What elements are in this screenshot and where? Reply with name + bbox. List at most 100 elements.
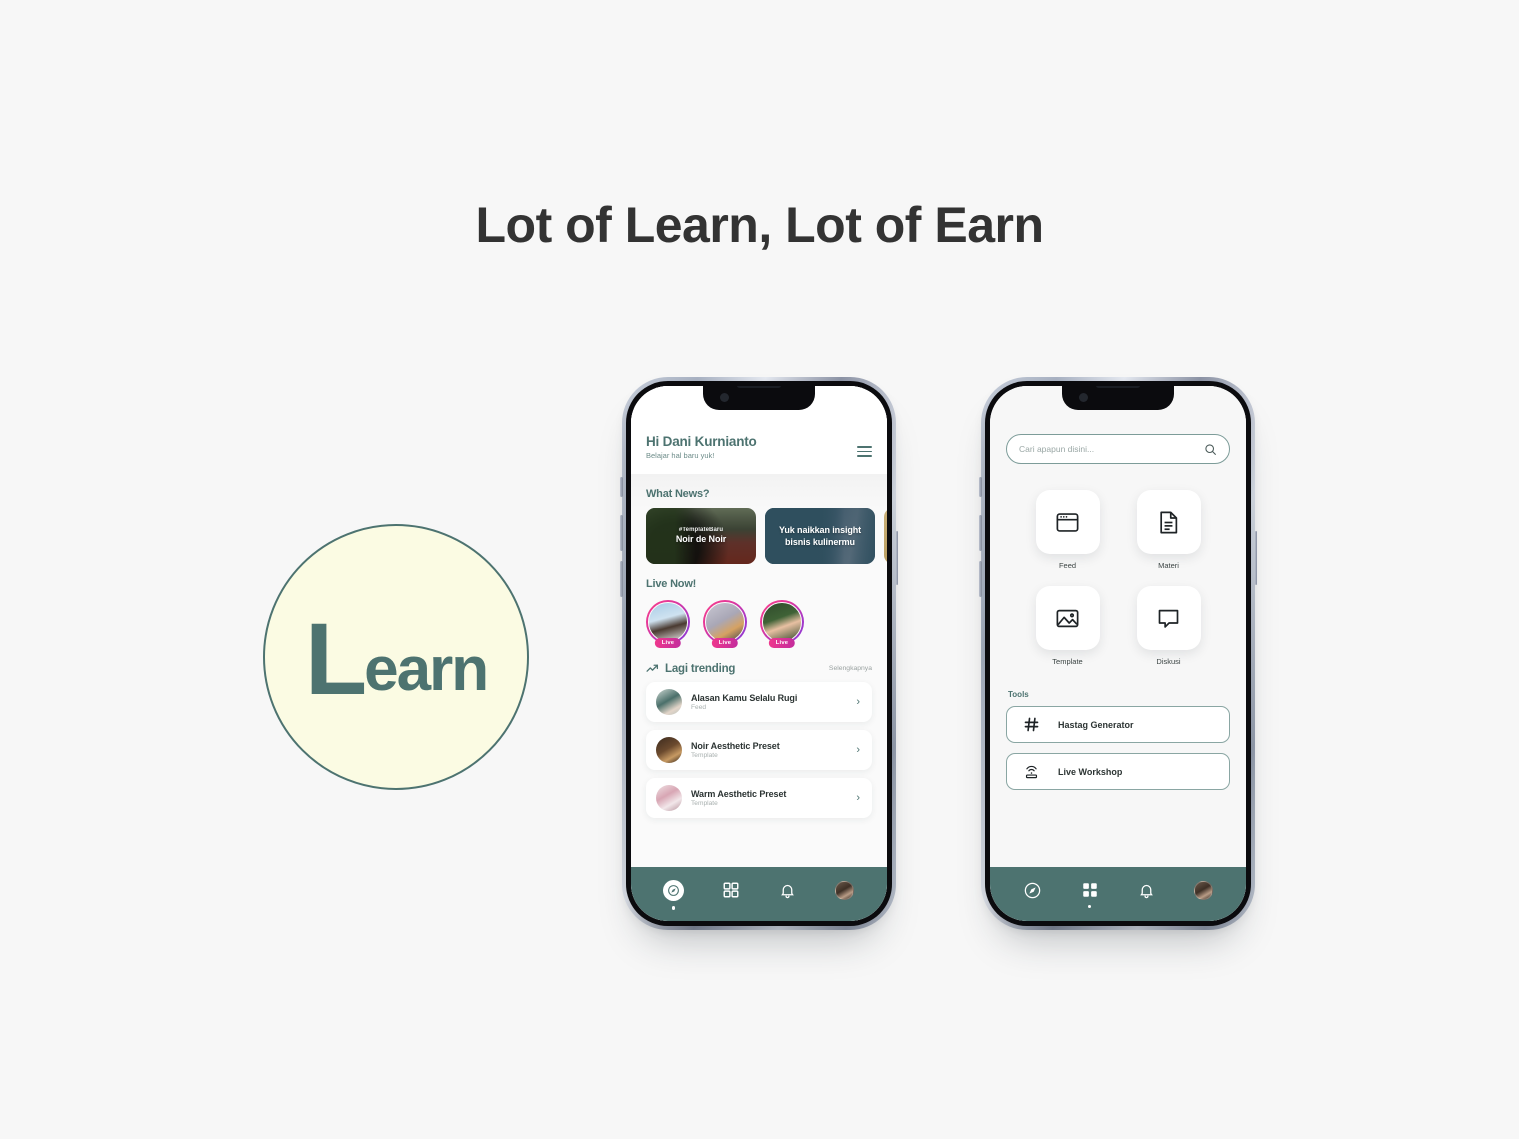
bell-icon — [779, 882, 796, 899]
grid-icon — [1081, 881, 1099, 899]
app-shortcut-materi[interactable]: Materi — [1129, 490, 1208, 570]
live-avatar-item[interactable]: Live — [646, 600, 690, 648]
logo-letters-earn: earn — [364, 634, 489, 704]
app-label: Materi — [1158, 561, 1179, 570]
nav-item-apps[interactable] — [1073, 881, 1107, 908]
bell-icon — [1138, 882, 1155, 899]
app-shortcut-diskusi[interactable]: Diskusi — [1129, 586, 1208, 666]
search-bar[interactable]: Cari apapun disini... — [1006, 434, 1230, 464]
nav-item-explore[interactable] — [657, 879, 691, 910]
tool-label: Live Workshop — [1058, 766, 1123, 777]
news-card[interactable]: #TemplateBaru Noir de Noir — [646, 508, 756, 564]
active-indicator-dot — [1087, 904, 1092, 908]
avatar — [648, 602, 688, 642]
app-shortcut-feed[interactable]: Feed — [1028, 490, 1107, 570]
logo-letter-l: L — [304, 601, 367, 716]
front-camera — [720, 393, 729, 402]
live-badge: Live — [711, 638, 739, 648]
learn-logo: Learn — [263, 524, 529, 790]
avatar — [835, 880, 854, 900]
nav-item-explore[interactable] — [1016, 881, 1050, 900]
chevron-right-icon[interactable]: › — [856, 696, 862, 708]
trending-item-text: Warm Aesthetic Preset Template — [691, 789, 847, 807]
phone-mockup-explore: Cari apapun disini... Feed Materi Templa… — [979, 377, 1257, 930]
phone-volume-down-button[interactable] — [620, 561, 623, 597]
greeting-subtitle: Belajar hal baru yuk! — [646, 451, 715, 460]
broadcast-icon — [1023, 763, 1040, 780]
user-greeting: Hi Dani Kurnianto — [646, 434, 757, 449]
app-tile[interactable] — [1136, 586, 1201, 650]
hamburger-icon[interactable] — [857, 446, 872, 457]
trending-list-item[interactable]: Warm Aesthetic Preset Template › — [646, 778, 872, 818]
phone-mute-button[interactable] — [620, 477, 623, 497]
live-badge: Live — [768, 638, 796, 648]
trending-item-type: Feed — [691, 704, 707, 711]
app-tile[interactable] — [1035, 490, 1100, 554]
news-card[interactable]: Yuk naikkan insight bisnis kulinermu — [765, 508, 875, 564]
chevron-right-icon[interactable]: › — [856, 744, 862, 756]
earpiece-speaker — [1096, 386, 1140, 388]
trending-see-all-link[interactable]: Selengkapnya — [829, 665, 872, 672]
bottom-navigation-bar — [631, 867, 887, 921]
phone2-screen: Cari apapun disini... Feed Materi Templa… — [990, 386, 1246, 921]
phone-power-button[interactable] — [895, 531, 898, 585]
phone1-screen: Hi Dani Kurnianto Belajar hal baru yuk! … — [631, 386, 887, 921]
trending-item-type: Template — [691, 800, 718, 807]
phone-volume-up-button[interactable] — [979, 515, 982, 551]
app-tile[interactable] — [1035, 586, 1100, 650]
chat-bubble-icon — [1155, 605, 1182, 632]
compass-icon — [663, 879, 684, 901]
avatar — [762, 602, 802, 642]
search-icon[interactable] — [1204, 443, 1217, 456]
tool-label: Hastag Generator — [1058, 719, 1134, 730]
trending-item-name: Alasan Kamu Selalu Rugi — [691, 693, 798, 703]
live-section-title: Live Now! — [646, 578, 697, 590]
app-label: Template — [1052, 657, 1083, 666]
trending-item-type: Template — [691, 752, 718, 759]
news-card-title: Noir de Noir — [675, 533, 727, 544]
front-camera — [1079, 393, 1088, 402]
nav-item-profile[interactable] — [828, 880, 862, 900]
live-avatar-item[interactable]: Live — [703, 600, 747, 648]
phone-mockup-home: Hi Dani Kurnianto Belajar hal baru yuk! … — [620, 377, 898, 930]
phone-volume-up-button[interactable] — [620, 515, 623, 551]
trending-list-item[interactable]: Noir Aesthetic Preset Template › — [646, 730, 872, 770]
nav-item-apps[interactable] — [714, 881, 748, 899]
page-title: Lot of Learn, Lot of Earn — [475, 197, 1044, 253]
trending-title: Lagi trending — [665, 662, 736, 675]
search-input[interactable]: Cari apapun disini... — [1019, 444, 1094, 454]
active-indicator-dot — [671, 906, 676, 910]
trending-item-text: Noir Aesthetic Preset Template — [691, 741, 847, 759]
trending-list-item[interactable]: Alasan Kamu Selalu Rugi Feed › — [646, 682, 872, 722]
nav-item-profile[interactable] — [1187, 880, 1221, 900]
bottom-navigation-bar — [990, 867, 1246, 921]
avatar — [656, 785, 682, 811]
image-icon — [1054, 605, 1081, 632]
logo-wordmark: Learn — [304, 601, 489, 716]
phone-notch — [703, 386, 815, 410]
news-section-title: What News? — [646, 488, 710, 500]
nav-item-notifications[interactable] — [771, 882, 805, 899]
tool-item-hashtag-generator[interactable]: Hastag Generator — [1006, 706, 1230, 743]
app-tile[interactable] — [1136, 490, 1201, 554]
chevron-right-icon[interactable]: › — [856, 792, 862, 804]
greeting-block: Hi Dani Kurnianto Belajar hal baru yuk! — [646, 434, 757, 460]
tool-item-live-workshop[interactable]: Live Workshop — [1006, 753, 1230, 790]
hash-icon — [1023, 716, 1040, 733]
news-card[interactable] — [884, 508, 887, 564]
news-carousel[interactable]: #TemplateBaru Noir de Noir Yuk naikkan i… — [631, 508, 887, 564]
phone-volume-down-button[interactable] — [979, 561, 982, 597]
trending-up-icon — [646, 662, 659, 675]
live-avatar-row[interactable]: Live Live Live — [631, 598, 887, 654]
avatar — [656, 737, 682, 763]
avatar — [656, 689, 682, 715]
phone-mute-button[interactable] — [979, 477, 982, 497]
grid-icon — [722, 881, 740, 899]
nav-item-notifications[interactable] — [1130, 882, 1164, 899]
trending-item-name: Noir Aesthetic Preset — [691, 741, 780, 751]
app-shortcut-template[interactable]: Template — [1028, 586, 1107, 666]
live-avatar-item[interactable]: Live — [760, 600, 804, 648]
avatar — [705, 602, 745, 642]
phone-power-button[interactable] — [1254, 531, 1257, 585]
home-scroll-area[interactable]: What News? #TemplateBaru Noir de Noir Yu… — [631, 474, 887, 867]
